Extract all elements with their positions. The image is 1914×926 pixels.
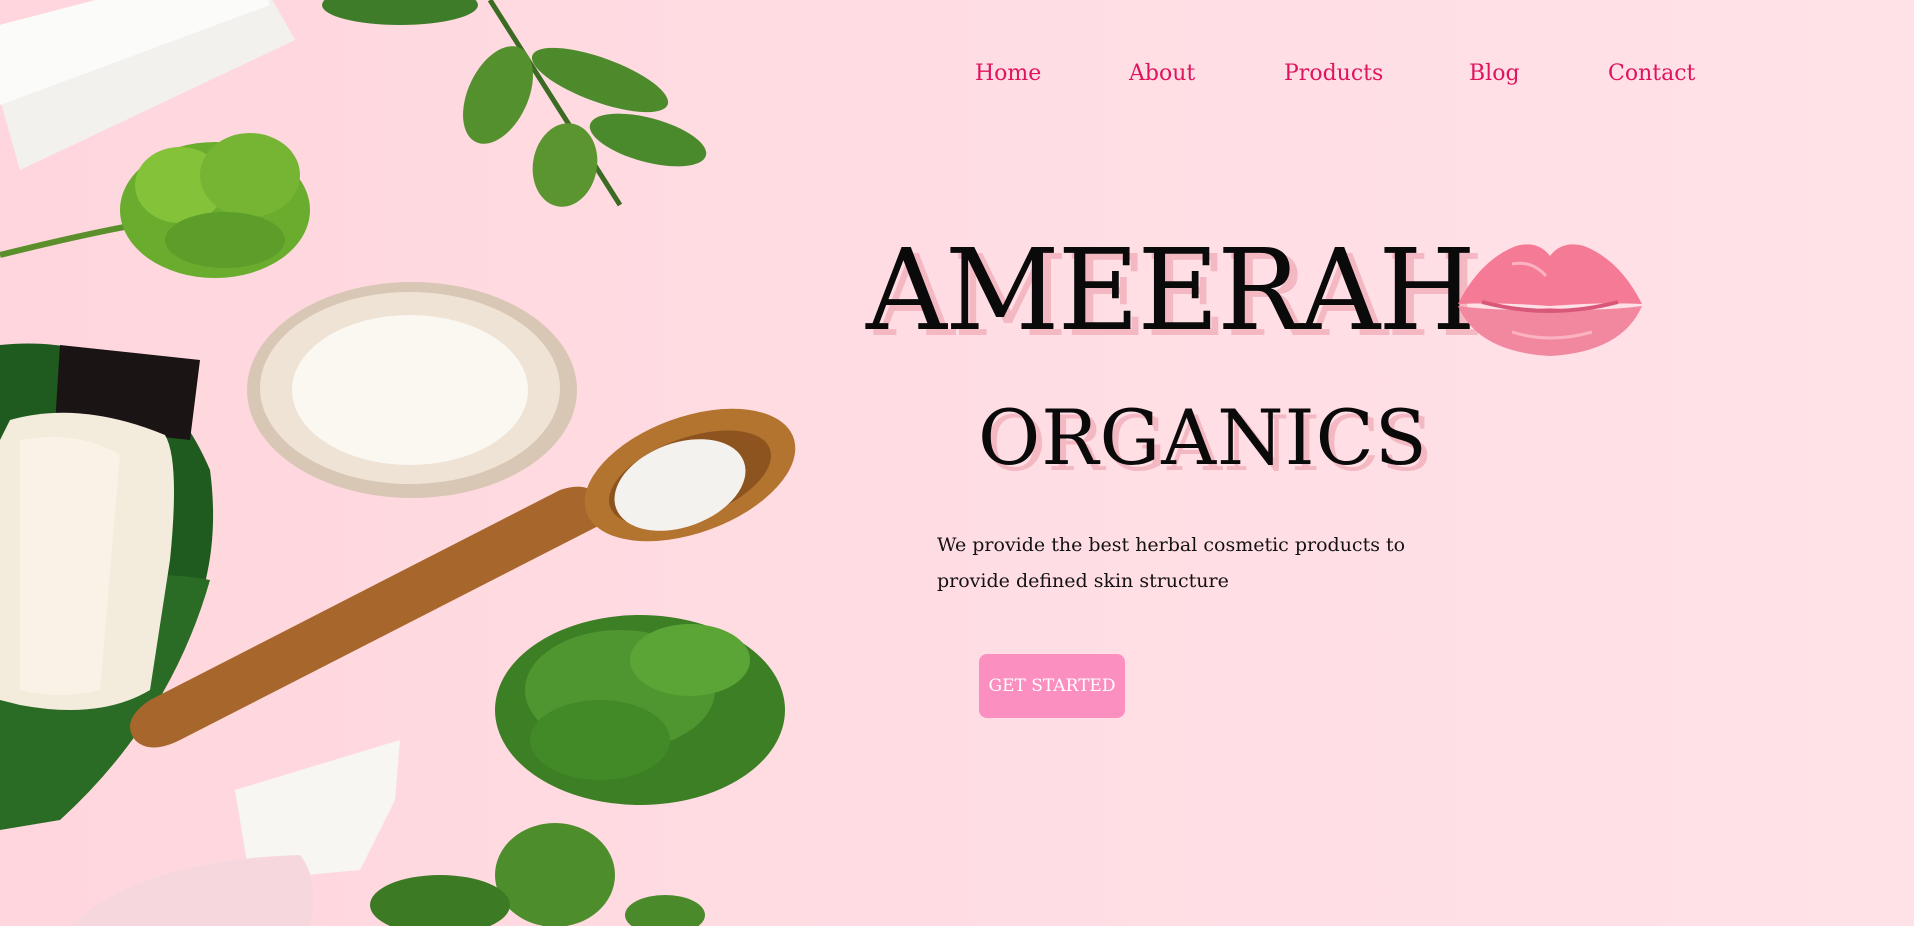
cream-jar-image bbox=[247, 282, 577, 498]
round-leaf-image bbox=[370, 823, 705, 926]
nav-contact-link[interactable]: Contact bbox=[1608, 61, 1695, 86]
cosmetics-hero-image bbox=[0, 0, 796, 926]
spray-bottle-image bbox=[70, 740, 400, 926]
lips-kiss-icon bbox=[1458, 244, 1642, 356]
nav-about-link[interactable]: About bbox=[1129, 61, 1195, 86]
nav-home-link[interactable]: Home bbox=[975, 61, 1041, 86]
brand-subtitle: ORGANICS bbox=[978, 393, 1428, 482]
brand-title: AMEERAH bbox=[866, 226, 1476, 356]
nav-products-link[interactable]: Products bbox=[1284, 61, 1383, 86]
hero-tagline: We provide the best herbal cosmetic prod… bbox=[937, 534, 1406, 592]
succulent-plant-image bbox=[495, 615, 785, 805]
nav-blog-link[interactable]: Blog bbox=[1469, 61, 1520, 86]
get-started-button[interactable]: GET STARTED bbox=[979, 654, 1125, 718]
leaf-branch-image bbox=[322, 0, 707, 207]
